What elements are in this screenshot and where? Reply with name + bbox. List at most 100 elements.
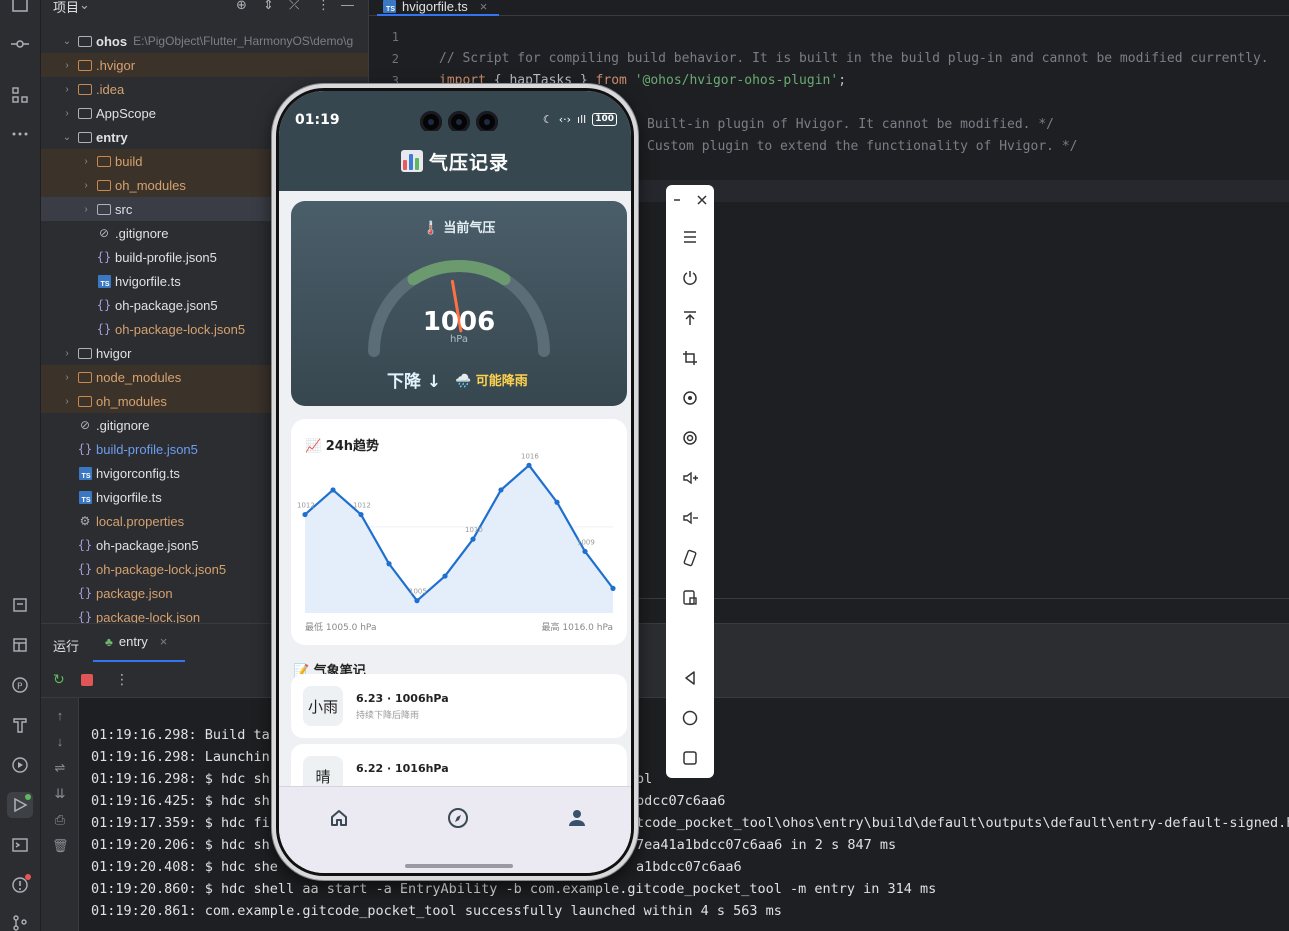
chart-point[interactable]: [610, 585, 616, 591]
emulator-toolbar: [666, 185, 714, 778]
chart-point[interactable]: [554, 499, 560, 505]
chevron-right-icon[interactable]: ›: [80, 180, 92, 191]
options-icon[interactable]: ⋮: [317, 0, 330, 13]
rerun-icon[interactable]: ↻: [53, 671, 65, 688]
editor-tabbar: TS hvigorfile.ts ×: [369, 0, 1289, 16]
chevron-right-icon[interactable]: ›: [80, 204, 92, 215]
tree-item-label: oh_modules: [115, 177, 186, 193]
minimize-icon[interactable]: —: [341, 0, 354, 12]
chevron-right-icon[interactable]: ›: [61, 348, 73, 359]
run-header: 运行 ♣ entry ×: [41, 624, 1289, 662]
trend-chart[interactable]: 1012 1012 1005 1010 1016 1009: [291, 449, 627, 619]
chart-point[interactable]: [582, 548, 588, 555]
volume-up-icon[interactable]: [678, 466, 702, 490]
build-icon[interactable]: [7, 712, 33, 738]
camera-icon: [476, 111, 498, 133]
profiler-icon[interactable]: P: [7, 672, 33, 698]
chevron-right-icon[interactable]: ›: [61, 372, 73, 383]
chevron-down-icon[interactable]: ⌄: [61, 132, 73, 143]
expand-icon[interactable]: ⇕: [263, 0, 274, 13]
trash-icon[interactable]: 🗑: [52, 838, 69, 854]
bar-chart-icon: [400, 150, 423, 172]
rotate-left-icon[interactable]: [678, 386, 702, 410]
options-icon[interactable]: ⋮: [115, 671, 129, 688]
terminal-icon[interactable]: [7, 832, 33, 858]
volume-down-icon[interactable]: [678, 506, 702, 530]
weather-forecast: 🌧️ 可能降雨: [455, 374, 528, 389]
folder-icon[interactable]: [7, 0, 33, 18]
chevron-right-icon[interactable]: ›: [61, 108, 73, 119]
chevron-down-icon[interactable]: ⌄: [79, 0, 90, 13]
tree-item[interactable]: › .hvigor: [41, 53, 368, 77]
home-icon[interactable]: [326, 805, 352, 831]
line-number: 1: [391, 30, 399, 44]
chart-point[interactable]: [526, 462, 532, 468]
chevron-right-icon[interactable]: ›: [61, 84, 73, 95]
tree-item-label: oh-package.json5: [115, 297, 218, 313]
chart-point[interactable]: [498, 487, 504, 493]
menu-icon[interactable]: [678, 225, 702, 249]
chart-point-label: 1012: [297, 502, 315, 510]
chevron-right-icon[interactable]: ›: [80, 156, 92, 167]
folder-icon: [77, 33, 93, 49]
run-tab-entry[interactable]: ♣ entry ×: [105, 634, 167, 649]
chart-point[interactable]: [386, 561, 392, 567]
tree-item-label: oh_modules: [96, 393, 167, 409]
note-item[interactable]: 小雨 6.23 · 1006hPa 持续下降后降雨: [291, 674, 627, 738]
screenshot-icon[interactable]: [678, 586, 702, 610]
compass-icon[interactable]: [445, 805, 471, 831]
structure-icon[interactable]: [7, 82, 33, 108]
chart-point[interactable]: [330, 487, 336, 493]
rotate-device-icon[interactable]: [678, 546, 702, 570]
close-icon[interactable]: ×: [160, 634, 168, 649]
root-name: ohos: [96, 33, 128, 49]
recents-icon[interactable]: [678, 746, 702, 770]
collapse-icon[interactable]: ⤫: [289, 0, 299, 13]
print-icon[interactable]: ⎙: [52, 812, 68, 828]
folder-icon: [77, 345, 93, 361]
chevron-down-icon[interactable]: ⌄: [61, 36, 73, 47]
todo-icon[interactable]: [7, 592, 33, 618]
arrow-down-icon[interactable]: ↓: [52, 734, 68, 750]
chart-point[interactable]: [442, 573, 448, 579]
locate-icon[interactable]: ⊕: [236, 0, 247, 13]
power-icon[interactable]: [678, 266, 702, 290]
chart-point-label: 1009: [577, 538, 595, 546]
chart-point[interactable]: [470, 536, 476, 542]
close-icon[interactable]: ×: [480, 0, 488, 14]
run-title[interactable]: 运行: [53, 636, 79, 655]
chart-point[interactable]: [358, 511, 364, 518]
console-line-fragment: a1bdcc07c6aa6: [636, 859, 742, 875]
project-title[interactable]: 项目: [53, 0, 79, 16]
home-circle-icon[interactable]: [678, 706, 702, 730]
services-icon[interactable]: [7, 752, 33, 778]
folder-icon: [77, 369, 93, 385]
scroll-end-icon[interactable]: ⇊: [52, 786, 68, 802]
camera-icon: [420, 111, 442, 133]
minimize-icon[interactable]: [666, 188, 690, 212]
chart-point[interactable]: [302, 511, 308, 518]
home-indicator[interactable]: [405, 864, 513, 868]
problems-icon[interactable]: [7, 872, 33, 898]
note-title: 6.23 · 1006hPa: [356, 692, 449, 705]
chevron-right-icon[interactable]: ›: [61, 396, 73, 407]
chevron-right-icon[interactable]: ›: [61, 60, 73, 71]
arrow-up-icon[interactable]: ↑: [52, 708, 68, 724]
more-icon[interactable]: [7, 121, 33, 147]
stop-icon[interactable]: [81, 674, 93, 686]
chart-point[interactable]: [414, 598, 420, 604]
rotate-right-icon[interactable]: [678, 426, 702, 450]
git-icon[interactable]: [7, 910, 33, 931]
close-icon[interactable]: [690, 188, 714, 212]
gear-icon: ⚙: [79, 514, 91, 528]
layout-icon[interactable]: [7, 632, 33, 658]
tree-root[interactable]: ⌄ ohos E:\PigObject\Flutter_HarmonyOS\de…: [41, 29, 368, 53]
person-icon[interactable]: [564, 805, 590, 831]
tree-item-label: .idea: [96, 81, 125, 97]
commit-icon[interactable]: [7, 31, 33, 57]
upload-icon[interactable]: [678, 306, 702, 330]
wrap-icon[interactable]: ⇌: [52, 760, 68, 776]
back-icon[interactable]: [678, 666, 702, 690]
run-icon[interactable]: [7, 792, 33, 818]
crop-icon[interactable]: [678, 346, 702, 370]
